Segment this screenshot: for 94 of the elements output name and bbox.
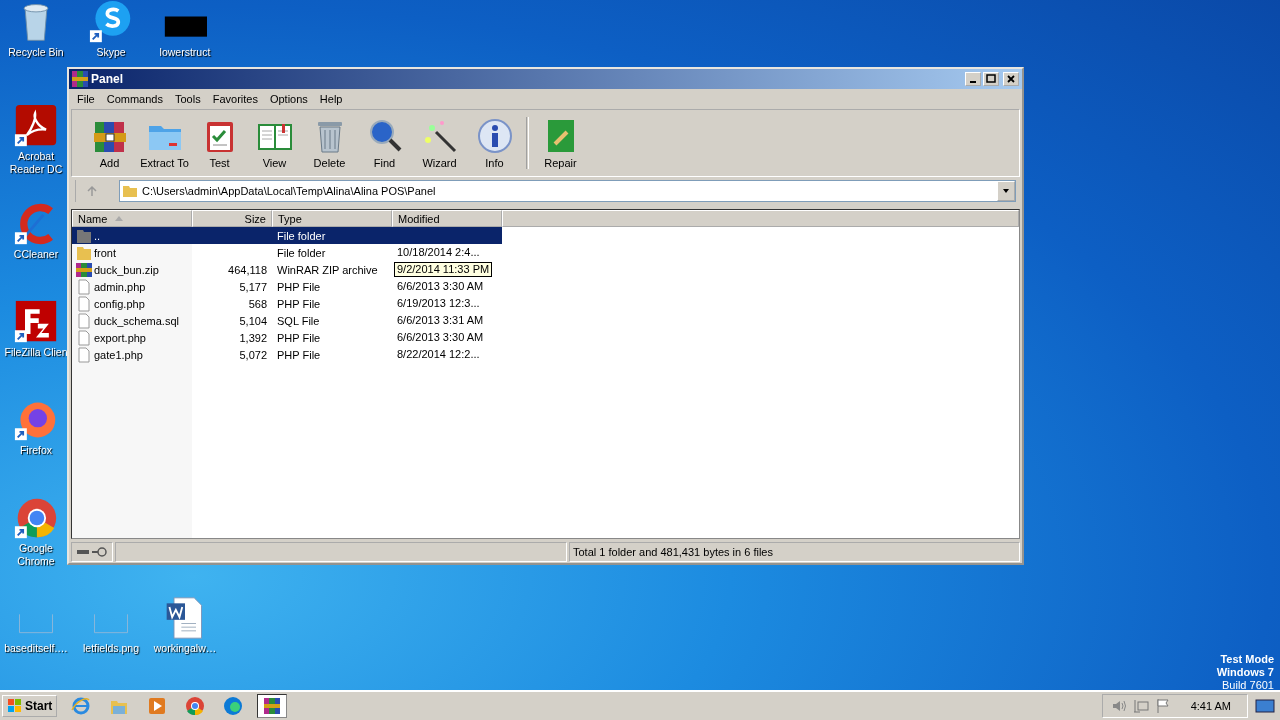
status-text: Total 1 folder and 481,431 bytes in 6 files: [573, 546, 773, 558]
file-name[interactable]: config.php: [94, 297, 145, 310]
clock[interactable]: 4:41 AM: [1190, 700, 1231, 712]
start-button[interactable]: Start: [2, 695, 58, 717]
column-header[interactable]: Size: [192, 210, 272, 227]
toolbar-button[interactable]: Repair: [533, 113, 588, 173]
menu-item[interactable]: Tools: [169, 93, 207, 105]
toolbar-button[interactable]: View: [247, 113, 302, 173]
file-size: 1,392: [239, 331, 267, 344]
ftp-app-icon[interactable]: [14, 300, 58, 344]
toolbar-button[interactable]: Add: [82, 113, 137, 173]
toolbar-button[interactable]: Delete: [302, 113, 357, 173]
menu-item[interactable]: Favorites: [206, 93, 264, 105]
file-size: 5,072: [239, 348, 267, 361]
selected-row[interactable]: .. File folder: [72, 227, 502, 244]
menu-item[interactable]: Commands: [100, 93, 169, 105]
file-icon: [76, 278, 92, 295]
minimize-button[interactable]: [965, 72, 981, 86]
icon-label[interactable]: Skype: [96, 46, 126, 59]
browser-icon: [185, 696, 206, 716]
archive-icon: [76, 261, 92, 278]
toolbar-button[interactable]: Find: [357, 113, 412, 173]
modified-date: 10/18/2014 2:4...: [397, 246, 480, 259]
info-icon: [476, 117, 513, 154]
column-header[interactable]: Type: [272, 210, 392, 227]
windows-logo-icon: [7, 698, 23, 714]
file-type: PHP File: [277, 348, 321, 361]
system-watermark-text: Windows 7: [1216, 666, 1274, 679]
window-title: Panel: [91, 72, 123, 86]
up-arrow-icon: [85, 185, 98, 197]
file-type: File folder: [277, 246, 326, 259]
drive-key-icon: [76, 547, 108, 557]
file-icon: [76, 295, 92, 312]
icon-label[interactable]: Recycle Bin: [8, 46, 64, 59]
file-size: 464,118: [228, 263, 267, 276]
file-type: SQL File: [277, 314, 320, 327]
system-watermark-text: Test Mode: [1220, 653, 1274, 666]
file-icon: [76, 312, 92, 329]
file-type: File folder: [277, 229, 326, 242]
path-field[interactable]: C:\Users\admin\AppData\Local\Temp\Alina\Alina POS\Panel: [119, 180, 1016, 202]
file-icon: [76, 329, 92, 346]
file-size: 5,104: [239, 314, 267, 327]
modified-date: 8/22/2014 12:2...: [397, 348, 480, 361]
file-type: PHP File: [277, 331, 321, 344]
media-player-icon: [147, 696, 168, 716]
archive-app-icon: [262, 696, 283, 716]
modified-date: 6/6/2013 3:30 AM: [397, 280, 484, 293]
menu-item[interactable]: File: [71, 93, 101, 105]
file-name[interactable]: ..: [94, 229, 101, 242]
maximize-icon: [986, 74, 996, 84]
browser-icon: [223, 696, 244, 716]
file-icon: [76, 346, 92, 363]
minimize-icon: [970, 81, 976, 83]
browser-icon: [71, 696, 92, 716]
system-watermark-text: Build 7601: [1222, 679, 1274, 692]
close-button[interactable]: [1003, 72, 1019, 86]
icon-label[interactable]: lowerstruct: [159, 46, 211, 59]
dropdown-arrow-icon[interactable]: [1002, 187, 1010, 195]
column-header[interactable]: Name: [72, 210, 192, 227]
file-name[interactable]: gate1.php: [94, 348, 143, 361]
folder-icon: [76, 227, 92, 244]
toolbar-button[interactable]: Test: [192, 113, 247, 173]
file-size: 568: [248, 297, 267, 310]
toolbar-button[interactable]: Wizard: [412, 113, 467, 173]
toolbar-button[interactable]: Info: [467, 113, 522, 173]
file-size: 5,177: [239, 280, 267, 293]
modified-date: 6/6/2013 3:30 AM: [397, 331, 484, 344]
toolbar-button[interactable]: Extract To: [137, 113, 192, 173]
modified-date: 6/6/2013 3:31 AM: [397, 314, 484, 327]
sort-arrow-icon: [115, 216, 124, 221]
menu-item[interactable]: Help: [313, 93, 349, 105]
folder-icon: [122, 183, 138, 199]
browser-icon[interactable]: [14, 496, 58, 540]
file-name[interactable]: admin.php: [94, 280, 146, 293]
file-name[interactable]: duck_schema.sql: [94, 314, 179, 327]
file-type: WinRAR ZIP archive: [277, 263, 378, 276]
date-tooltip: 9/2/2014 11:33 PM: [394, 262, 493, 277]
icon-label[interactable]: CCleaner: [13, 248, 59, 261]
file-name[interactable]: duck_bun.zip: [94, 263, 159, 276]
flag-icon[interactable]: [1154, 698, 1171, 714]
file-name[interactable]: export.php: [94, 331, 146, 344]
maximize-button[interactable]: [983, 72, 999, 86]
close-icon: [1006, 74, 1016, 84]
chat-app-icon[interactable]: [89, 0, 133, 44]
modified-date: 6/19/2013 12:3...: [397, 297, 480, 310]
active-taskbar-button[interactable]: [257, 694, 288, 718]
archive-app-icon: [72, 71, 88, 87]
column-header[interactable]: Modified: [392, 210, 502, 227]
pdf-reader-icon[interactable]: [14, 104, 58, 148]
file-type: PHP File: [277, 297, 321, 310]
file-name[interactable]: front: [94, 246, 116, 259]
menu-item[interactable]: Options: [263, 93, 314, 105]
icon-label[interactable]: Acrobat Reader DC: [4, 150, 68, 176]
file-type: PHP File: [277, 280, 321, 293]
